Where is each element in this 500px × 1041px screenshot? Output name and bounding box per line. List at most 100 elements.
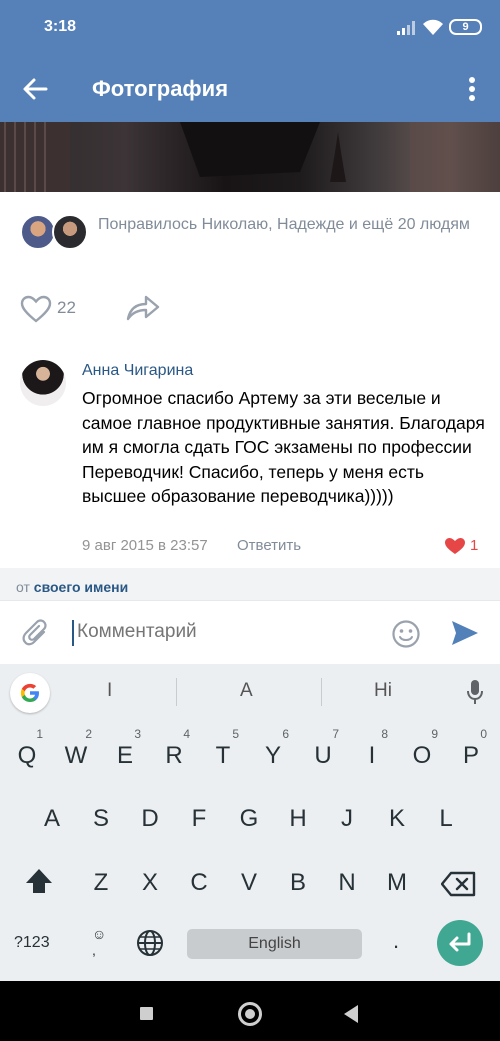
key-label: E — [116, 742, 133, 769]
key-f[interactable]: F — [179, 799, 219, 839]
key-g[interactable]: G — [229, 799, 269, 839]
key-label: O — [412, 742, 432, 769]
heart-outline-icon[interactable] — [20, 295, 52, 323]
actions-row: 22 — [0, 277, 500, 339]
key-o[interactable]: O9 — [402, 728, 442, 776]
key-hint: 0 — [480, 727, 487, 741]
microphone-icon[interactable] — [465, 678, 485, 706]
key-e[interactable]: E3 — [105, 728, 145, 776]
key-r[interactable]: R4 — [154, 728, 194, 776]
key-label: W — [64, 742, 88, 769]
key-p[interactable]: P0 — [451, 728, 491, 776]
post-as-prefix: от — [16, 579, 30, 595]
key-q[interactable]: Q1 — [7, 728, 47, 776]
suggestion-bar: I A Hi — [0, 664, 500, 720]
emoji-key-icon[interactable]: ☺, — [92, 926, 106, 958]
key-hint: 5 — [232, 727, 239, 741]
key-hint: 9 — [431, 727, 438, 741]
emoji-icon[interactable] — [391, 619, 421, 649]
suggestion-3[interactable]: Hi — [374, 680, 392, 702]
share-icon[interactable] — [126, 293, 160, 323]
comment-input-bar — [0, 600, 500, 664]
key-hint: 1 — [36, 727, 43, 741]
space-key[interactable]: English — [187, 929, 362, 959]
post-as-link[interactable]: своего имени — [34, 579, 128, 595]
key-c[interactable]: C — [179, 863, 219, 903]
post-as-row: от своего имени — [0, 568, 500, 600]
key-d[interactable]: D — [130, 799, 170, 839]
suggestion-1[interactable]: I — [107, 680, 112, 702]
key-a[interactable]: A — [32, 799, 72, 839]
globe-icon[interactable] — [136, 929, 164, 957]
key-z[interactable]: Z — [81, 863, 121, 903]
key-j[interactable]: J — [327, 799, 367, 839]
comment-date: 9 авг 2015 в 23:57 — [82, 537, 208, 554]
key-u[interactable]: U7 — [303, 728, 343, 776]
suggestion-divider — [321, 678, 322, 706]
key-i[interactable]: I8 — [352, 728, 392, 776]
page-title: Фотография — [92, 76, 229, 101]
key-hint: 6 — [282, 727, 289, 741]
key-x[interactable]: X — [130, 863, 170, 903]
suggestion-2[interactable]: A — [240, 680, 253, 702]
reply-button[interactable]: Ответить — [237, 537, 301, 554]
comment-text: Огромное спасибо Артему за эти веселые и… — [82, 388, 485, 506]
comment-item: Анна Чигарина Огромное спасибо Артему за… — [0, 350, 500, 568]
paperclip-icon[interactable] — [22, 619, 50, 649]
key-label: T — [215, 742, 231, 769]
avatar — [52, 214, 88, 250]
backspace-icon[interactable] — [441, 871, 477, 897]
likes-summary[interactable]: Понравилось Николаю, Надежде и ещё 20 лю… — [0, 192, 500, 277]
key-v[interactable]: V — [229, 863, 269, 903]
key-hint: 4 — [183, 727, 190, 741]
heart-filled-icon[interactable] — [444, 537, 466, 555]
keyboard: I A Hi Q1 W2 E3 R4 T5 Y6 U7 I8 O9 P0 A S… — [0, 664, 500, 981]
more-vertical-icon[interactable] — [462, 74, 482, 104]
symbols-key[interactable]: ?123 — [14, 934, 50, 952]
key-l[interactable]: L — [426, 799, 466, 839]
avatar[interactable] — [20, 360, 66, 406]
period-key[interactable]: . — [393, 928, 399, 954]
key-h[interactable]: H — [278, 799, 318, 839]
key-hint: 7 — [332, 727, 339, 741]
status-bar: 3:18 9 — [0, 0, 500, 56]
key-t[interactable]: T5 — [203, 728, 243, 776]
app-bar: Фотография — [0, 56, 500, 122]
key-label: U — [314, 742, 332, 769]
key-n[interactable]: N — [327, 863, 367, 903]
key-k[interactable]: K — [377, 799, 417, 839]
key-s[interactable]: S — [81, 799, 121, 839]
shift-icon[interactable] — [24, 867, 54, 895]
enter-key[interactable] — [437, 920, 483, 966]
text-cursor — [72, 620, 74, 646]
key-label: Y — [264, 742, 281, 769]
key-b[interactable]: B — [278, 863, 318, 903]
status-time: 3:18 — [44, 18, 77, 35]
suggestion-divider — [176, 678, 177, 706]
key-label: I — [368, 742, 376, 769]
wifi-icon — [423, 19, 443, 35]
home-icon[interactable] — [238, 1002, 262, 1026]
key-hint: 2 — [85, 727, 92, 741]
likes-text: Понравилось Николаю, Надежде и ещё 20 лю… — [98, 216, 470, 233]
key-hint: 8 — [381, 727, 388, 741]
arrow-left-icon[interactable] — [20, 74, 50, 104]
key-w[interactable]: W2 — [56, 728, 96, 776]
photo-preview[interactable] — [0, 122, 500, 192]
system-nav-bar — [0, 981, 500, 1041]
comment-like-count: 1 — [470, 537, 479, 554]
comment-input[interactable] — [77, 621, 367, 643]
key-label: R — [165, 742, 183, 769]
key-label: Q — [17, 742, 37, 769]
google-icon[interactable] — [10, 673, 50, 713]
key-m[interactable]: M — [377, 863, 417, 903]
key-y[interactable]: Y6 — [253, 728, 293, 776]
enter-icon — [449, 932, 471, 952]
signal-icon — [397, 21, 415, 35]
back-icon[interactable] — [344, 1005, 358, 1023]
recents-icon[interactable] — [140, 1007, 153, 1020]
key-label: P — [462, 742, 479, 769]
send-icon[interactable] — [450, 619, 480, 647]
battery-level: 9 — [462, 21, 469, 33]
comment-author[interactable]: Анна Чигарина — [82, 362, 193, 380]
